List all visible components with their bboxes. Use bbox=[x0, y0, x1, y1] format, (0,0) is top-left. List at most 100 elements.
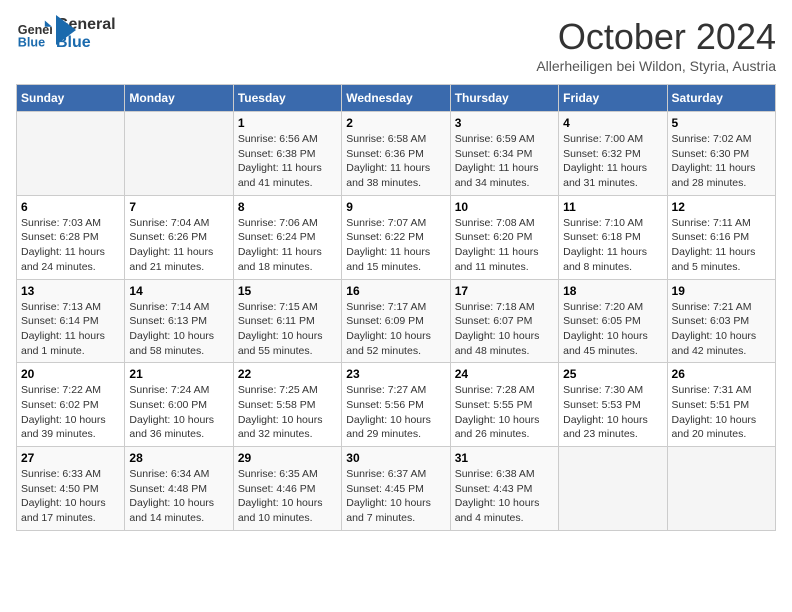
day-detail: Sunrise: 7:03 AM Sunset: 6:28 PM Dayligh… bbox=[21, 216, 120, 275]
calendar-cell: 3 Sunrise: 6:59 AM Sunset: 6:34 PM Daylig… bbox=[450, 112, 558, 196]
calendar-cell: 31Sunrise: 6:38 AM Sunset: 4:43 PM Dayli… bbox=[450, 447, 558, 531]
day-number: 4 bbox=[563, 116, 662, 130]
day-number: 1 bbox=[238, 116, 337, 130]
day-number: 29 bbox=[238, 451, 337, 465]
calendar-week-row: 13Sunrise: 7:13 AM Sunset: 6:14 PM Dayli… bbox=[17, 279, 776, 363]
day-detail: Sunrise: 6:34 AM Sunset: 4:48 PM Dayligh… bbox=[129, 467, 228, 526]
day-detail: Sunrise: 7:07 AM Sunset: 6:22 PM Dayligh… bbox=[346, 216, 445, 275]
calendar-cell: 27 Sunrise: 6:33 AM Sunset: 4:50 PM Dayli… bbox=[17, 447, 125, 531]
title-section: October 2024 Allerheiligen bei Wildon, S… bbox=[536, 16, 776, 74]
weekday-header-monday: Monday bbox=[125, 85, 233, 112]
day-number: 19 bbox=[672, 284, 771, 298]
day-detail: Sunrise: 7:25 AM Sunset: 5:58 PM Dayligh… bbox=[238, 383, 337, 442]
calendar-cell: 13Sunrise: 7:13 AM Sunset: 6:14 PM Dayli… bbox=[17, 279, 125, 363]
day-detail: Sunrise: 7:08 AM Sunset: 6:20 PM Dayligh… bbox=[455, 216, 554, 275]
calendar-week-row: 27 Sunrise: 6:33 AM Sunset: 4:50 PM Dayli… bbox=[17, 447, 776, 531]
day-detail: Sunrise: 7:24 AM Sunset: 6:00 PM Dayligh… bbox=[129, 383, 228, 442]
day-number: 25 bbox=[563, 367, 662, 381]
calendar-cell: 26 Sunrise: 7:31 AM Sunset: 5:51 PM Dayli… bbox=[667, 363, 775, 447]
calendar-cell: 22Sunrise: 7:25 AM Sunset: 5:58 PM Dayli… bbox=[233, 363, 341, 447]
day-detail: Sunrise: 7:20 AM Sunset: 6:05 PM Dayligh… bbox=[563, 300, 662, 359]
calendar-cell: 29 Sunrise: 6:35 AM Sunset: 4:46 PM Dayli… bbox=[233, 447, 341, 531]
calendar-cell: 30 Sunrise: 6:37 AM Sunset: 4:45 PM Dayli… bbox=[342, 447, 450, 531]
weekday-header-row: SundayMondayTuesdayWednesdayThursdayFrid… bbox=[17, 85, 776, 112]
day-detail: Sunrise: 7:15 AM Sunset: 6:11 PM Dayligh… bbox=[238, 300, 337, 359]
day-number: 15 bbox=[238, 284, 337, 298]
day-number: 14 bbox=[129, 284, 228, 298]
logo-icon: General Blue bbox=[16, 16, 52, 52]
day-detail: Sunrise: 6:35 AM Sunset: 4:46 PM Dayligh… bbox=[238, 467, 337, 526]
calendar-cell: 1Sunrise: 6:56 AM Sunset: 6:38 PM Daylig… bbox=[233, 112, 341, 196]
calendar-cell: 6 Sunrise: 7:03 AM Sunset: 6:28 PM Daylig… bbox=[17, 195, 125, 279]
day-detail: Sunrise: 7:00 AM Sunset: 6:32 PM Dayligh… bbox=[563, 132, 662, 191]
calendar-cell: 16 Sunrise: 7:17 AM Sunset: 6:09 PM Dayli… bbox=[342, 279, 450, 363]
calendar-cell: 11 Sunrise: 7:10 AM Sunset: 6:18 PM Dayli… bbox=[559, 195, 667, 279]
calendar-cell: 23 Sunrise: 7:27 AM Sunset: 5:56 PM Dayli… bbox=[342, 363, 450, 447]
calendar-cell: 20 Sunrise: 7:22 AM Sunset: 6:02 PM Dayli… bbox=[17, 363, 125, 447]
calendar-cell: 10 Sunrise: 7:08 AM Sunset: 6:20 PM Dayli… bbox=[450, 195, 558, 279]
logo: General Blue General Blue bbox=[16, 16, 76, 52]
day-detail: Sunrise: 7:04 AM Sunset: 6:26 PM Dayligh… bbox=[129, 216, 228, 275]
day-detail: Sunrise: 7:11 AM Sunset: 6:16 PM Dayligh… bbox=[672, 216, 771, 275]
day-detail: Sunrise: 7:06 AM Sunset: 6:24 PM Dayligh… bbox=[238, 216, 337, 275]
day-number: 17 bbox=[455, 284, 554, 298]
calendar-cell: 4 Sunrise: 7:00 AM Sunset: 6:32 PM Daylig… bbox=[559, 112, 667, 196]
calendar-cell: 9 Sunrise: 7:07 AM Sunset: 6:22 PM Daylig… bbox=[342, 195, 450, 279]
day-number: 10 bbox=[455, 200, 554, 214]
day-number: 23 bbox=[346, 367, 445, 381]
day-detail: Sunrise: 6:59 AM Sunset: 6:34 PM Dayligh… bbox=[455, 132, 554, 191]
day-number: 24 bbox=[455, 367, 554, 381]
day-number: 13 bbox=[21, 284, 120, 298]
calendar-cell: 21 Sunrise: 7:24 AM Sunset: 6:00 PM Dayli… bbox=[125, 363, 233, 447]
day-detail: Sunrise: 7:14 AM Sunset: 6:13 PM Dayligh… bbox=[129, 300, 228, 359]
day-number: 7 bbox=[129, 200, 228, 214]
calendar-cell: 28Sunrise: 6:34 AM Sunset: 4:48 PM Dayli… bbox=[125, 447, 233, 531]
day-detail: Sunrise: 7:10 AM Sunset: 6:18 PM Dayligh… bbox=[563, 216, 662, 275]
day-number: 11 bbox=[563, 200, 662, 214]
calendar-cell: 7 Sunrise: 7:04 AM Sunset: 6:26 PM Daylig… bbox=[125, 195, 233, 279]
day-number: 8 bbox=[238, 200, 337, 214]
calendar-table: SundayMondayTuesdayWednesdayThursdayFrid… bbox=[16, 84, 776, 531]
calendar-week-row: 1Sunrise: 6:56 AM Sunset: 6:38 PM Daylig… bbox=[17, 112, 776, 196]
day-number: 26 bbox=[672, 367, 771, 381]
day-detail: Sunrise: 6:58 AM Sunset: 6:36 PM Dayligh… bbox=[346, 132, 445, 191]
day-detail: Sunrise: 7:02 AM Sunset: 6:30 PM Dayligh… bbox=[672, 132, 771, 191]
location-subtitle: Allerheiligen bei Wildon, Styria, Austri… bbox=[536, 58, 776, 74]
day-detail: Sunrise: 7:18 AM Sunset: 6:07 PM Dayligh… bbox=[455, 300, 554, 359]
day-detail: Sunrise: 6:38 AM Sunset: 4:43 PM Dayligh… bbox=[455, 467, 554, 526]
day-number: 21 bbox=[129, 367, 228, 381]
day-detail: Sunrise: 7:30 AM Sunset: 5:53 PM Dayligh… bbox=[563, 383, 662, 442]
day-number: 27 bbox=[21, 451, 120, 465]
day-number: 6 bbox=[21, 200, 120, 214]
day-detail: Sunrise: 7:21 AM Sunset: 6:03 PM Dayligh… bbox=[672, 300, 771, 359]
calendar-week-row: 20 Sunrise: 7:22 AM Sunset: 6:02 PM Dayli… bbox=[17, 363, 776, 447]
day-number: 16 bbox=[346, 284, 445, 298]
day-number: 18 bbox=[563, 284, 662, 298]
day-number: 12 bbox=[672, 200, 771, 214]
day-number: 5 bbox=[672, 116, 771, 130]
svg-text:Blue: Blue bbox=[18, 36, 45, 50]
day-number: 20 bbox=[21, 367, 120, 381]
day-detail: Sunrise: 7:27 AM Sunset: 5:56 PM Dayligh… bbox=[346, 383, 445, 442]
calendar-cell bbox=[559, 447, 667, 531]
day-detail: Sunrise: 7:22 AM Sunset: 6:02 PM Dayligh… bbox=[21, 383, 120, 442]
calendar-cell: 12 Sunrise: 7:11 AM Sunset: 6:16 PM Dayli… bbox=[667, 195, 775, 279]
weekday-header-tuesday: Tuesday bbox=[233, 85, 341, 112]
day-number: 3 bbox=[455, 116, 554, 130]
month-title: October 2024 bbox=[536, 16, 776, 58]
day-detail: Sunrise: 6:33 AM Sunset: 4:50 PM Dayligh… bbox=[21, 467, 120, 526]
day-number: 2 bbox=[346, 116, 445, 130]
day-detail: Sunrise: 6:37 AM Sunset: 4:45 PM Dayligh… bbox=[346, 467, 445, 526]
day-detail: Sunrise: 7:17 AM Sunset: 6:09 PM Dayligh… bbox=[346, 300, 445, 359]
weekday-header-saturday: Saturday bbox=[667, 85, 775, 112]
day-detail: Sunrise: 7:31 AM Sunset: 5:51 PM Dayligh… bbox=[672, 383, 771, 442]
calendar-cell: 8 Sunrise: 7:06 AM Sunset: 6:24 PM Daylig… bbox=[233, 195, 341, 279]
day-number: 9 bbox=[346, 200, 445, 214]
day-number: 30 bbox=[346, 451, 445, 465]
day-detail: Sunrise: 7:28 AM Sunset: 5:55 PM Dayligh… bbox=[455, 383, 554, 442]
page-header: General Blue General Blue October 2024 A… bbox=[16, 16, 776, 74]
calendar-cell: 24 Sunrise: 7:28 AM Sunset: 5:55 PM Dayli… bbox=[450, 363, 558, 447]
calendar-week-row: 6 Sunrise: 7:03 AM Sunset: 6:28 PM Daylig… bbox=[17, 195, 776, 279]
weekday-header-friday: Friday bbox=[559, 85, 667, 112]
weekday-header-wednesday: Wednesday bbox=[342, 85, 450, 112]
